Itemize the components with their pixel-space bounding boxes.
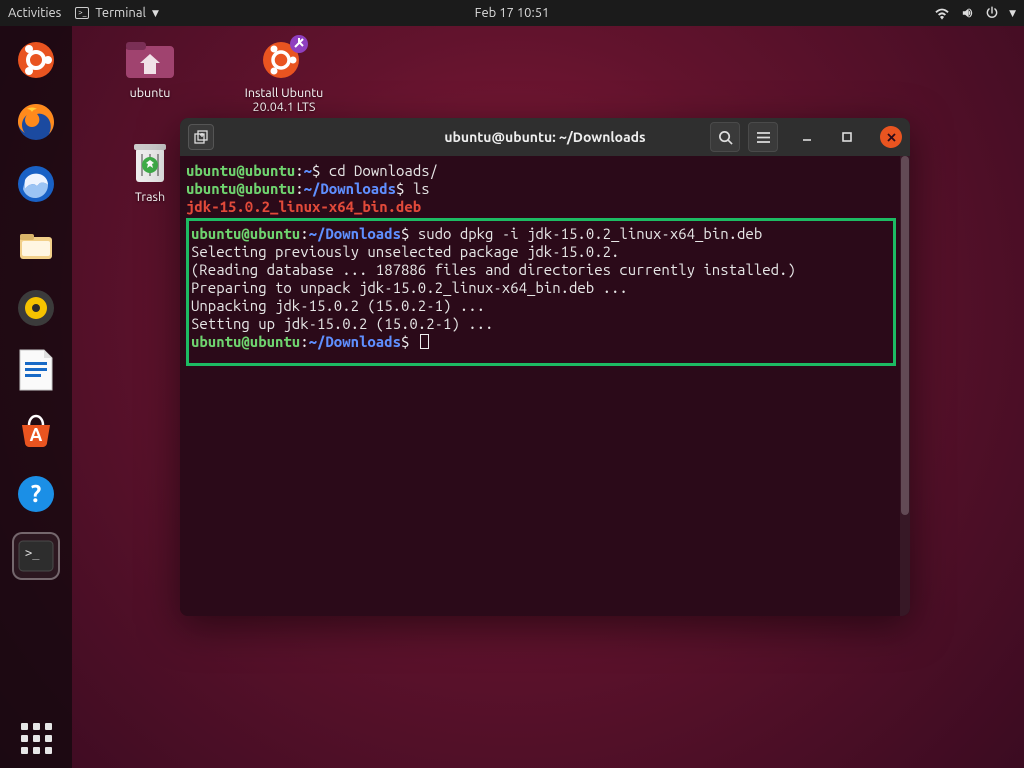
app-menu-label: Terminal <box>95 6 146 20</box>
highlighted-region: ubuntu@ubuntu:~/Downloads$ sudo dpkg -i … <box>186 218 896 366</box>
terminal-title: ubuntu@ubuntu: ~/Downloads <box>444 129 645 145</box>
chevron-down-icon: ▼ <box>1009 8 1016 19</box>
dock-ubuntu-cof-icon[interactable] <box>12 36 60 84</box>
dock-libreoffice-writer-icon[interactable] <box>12 346 60 394</box>
dock: A ? >_ <box>0 26 72 768</box>
chevron-down-icon: ▼ <box>152 8 159 19</box>
install-ubuntu-icon[interactable]: Install Ubuntu 20.04.1 LTS <box>224 34 344 114</box>
home-folder-icon[interactable]: ubuntu <box>90 34 210 100</box>
activities-button[interactable]: Activities <box>8 6 61 20</box>
terminal-small-icon: >_ <box>75 7 89 19</box>
close-button[interactable] <box>880 126 902 148</box>
cursor <box>420 334 429 349</box>
svg-text:>_: >_ <box>25 546 40 560</box>
home-folder-label: ubuntu <box>90 86 210 100</box>
volume-icon <box>960 6 975 20</box>
close-icon <box>886 132 897 143</box>
dock-software-center-icon[interactable]: A <box>12 408 60 456</box>
hamburger-menu-button[interactable] <box>748 122 778 152</box>
show-applications-button[interactable] <box>0 723 72 754</box>
new-tab-icon <box>194 130 208 144</box>
top-bar: Activities >_ Terminal ▼ Feb 17 10:51 ▼ <box>0 0 1024 26</box>
search-button[interactable] <box>710 122 740 152</box>
new-tab-button[interactable] <box>188 124 214 150</box>
power-icon <box>985 6 999 20</box>
system-tray[interactable]: ▼ <box>934 6 1016 20</box>
terminal-body[interactable]: ubuntu@ubuntu:~$ cd Downloads/ ubuntu@ub… <box>180 156 910 616</box>
hamburger-icon <box>756 131 771 144</box>
svg-text:A: A <box>30 425 43 445</box>
dock-terminal-icon[interactable]: >_ <box>12 532 60 580</box>
wifi-icon <box>934 6 950 20</box>
clock[interactable]: Feb 17 10:51 <box>475 6 550 20</box>
maximize-icon <box>841 131 853 143</box>
dock-thunderbird-icon[interactable] <box>12 160 60 208</box>
terminal-window: ubuntu@ubuntu: ~/Downloads ubuntu@ubuntu… <box>180 118 910 616</box>
install-ubuntu-label-2: 20.04.1 LTS <box>224 100 344 114</box>
dock-firefox-icon[interactable] <box>12 98 60 146</box>
terminal-titlebar[interactable]: ubuntu@ubuntu: ~/Downloads <box>180 118 910 156</box>
dock-rhythmbox-icon[interactable] <box>12 284 60 332</box>
svg-text:?: ? <box>31 480 42 507</box>
app-menu[interactable]: >_ Terminal ▼ <box>75 6 159 20</box>
minimize-button[interactable] <box>796 126 818 148</box>
dock-files-icon[interactable] <box>12 222 60 270</box>
minimize-icon <box>801 131 813 143</box>
desktop[interactable]: ubuntu Install Ubuntu 20.04.1 LTS Trash … <box>72 26 1024 768</box>
terminal-output: ubuntu@ubuntu:~$ cd Downloads/ ubuntu@ub… <box>180 156 910 372</box>
maximize-button[interactable] <box>836 126 858 148</box>
grid-icon <box>21 723 52 754</box>
search-icon <box>718 130 733 145</box>
dock-help-icon[interactable]: ? <box>12 470 60 518</box>
scrollbar-thumb[interactable] <box>901 156 909 515</box>
install-ubuntu-label-1: Install Ubuntu <box>224 86 344 100</box>
scrollbar[interactable] <box>900 156 910 616</box>
